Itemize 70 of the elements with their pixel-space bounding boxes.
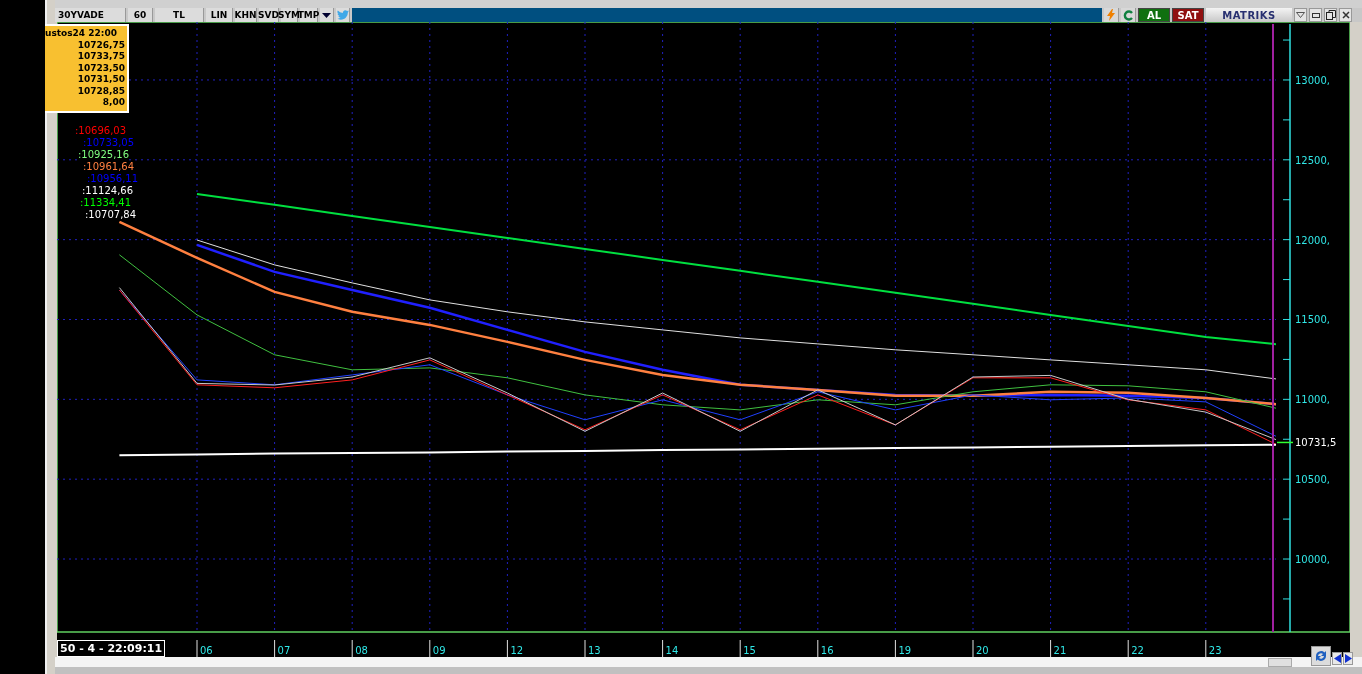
bird-icon xyxy=(336,10,349,20)
info-value: 8,00 xyxy=(102,97,125,109)
c-icon xyxy=(1122,9,1134,21)
info-title: ustos24 22:00 xyxy=(45,28,117,40)
date-label: 06 xyxy=(200,645,213,656)
axis-label: 11000, xyxy=(1295,394,1330,406)
toolbar-button[interactable]: TL xyxy=(155,8,204,22)
indicator-value: :11124,66 xyxy=(82,185,134,197)
sync-button[interactable] xyxy=(1311,646,1331,666)
menu-button[interactable] xyxy=(1294,8,1307,22)
caret-icon xyxy=(1296,12,1305,18)
date-label: 20 xyxy=(976,645,989,656)
toolbar-button[interactable]: 60 xyxy=(128,8,153,22)
toolbar-button[interactable]: LIN xyxy=(206,8,233,22)
date-label: 16 xyxy=(820,645,834,656)
caret-icon xyxy=(322,12,331,18)
date-label: 09 xyxy=(432,645,446,656)
date-label: 23 xyxy=(1208,645,1222,656)
right-arrow-icon xyxy=(1344,654,1352,663)
info-value: 10731,50 xyxy=(77,74,125,86)
date-label: 13 xyxy=(588,645,601,656)
indicator-value: :10696,03 xyxy=(75,125,127,137)
date-label: 07 xyxy=(277,645,291,656)
price-marker xyxy=(1276,441,1294,444)
indicator-value: :10733,05 xyxy=(83,137,135,149)
axis-label: 11500, xyxy=(1295,314,1330,326)
axis-label: 12500, xyxy=(1295,154,1330,166)
axis-label: 10500, xyxy=(1295,474,1330,486)
toolbar-button[interactable]: TMP xyxy=(300,8,318,22)
info-value: 10723,50 xyxy=(77,62,125,74)
date-label: 08 xyxy=(355,645,368,656)
scroll-thumb[interactable] xyxy=(1268,658,1292,667)
info-value: 10728,85 xyxy=(77,85,125,97)
indicator-value: :10956,11 xyxy=(87,173,139,185)
info-value: 10733,75 xyxy=(77,51,125,63)
indicator-value: :10961,64 xyxy=(83,161,135,173)
axis-label: 10000, xyxy=(1295,554,1330,565)
buy-button[interactable]: AL xyxy=(1138,8,1170,22)
scroll-left-button[interactable] xyxy=(1332,652,1342,665)
date-label: 22 xyxy=(1131,645,1144,656)
last-price-label: 10731,5 xyxy=(1295,437,1337,449)
date-label: 14 xyxy=(665,645,679,656)
close-icon xyxy=(1341,11,1350,19)
indicator-value: :10707,84 xyxy=(85,209,137,221)
indicator-value: :11334,41 xyxy=(80,197,132,209)
info-value: 10726,75 xyxy=(77,39,125,51)
refresh-c-button[interactable] xyxy=(1121,8,1136,22)
sync-icon xyxy=(1314,649,1328,663)
date-label: 19 xyxy=(898,645,912,656)
indicator-value: :10925,16 xyxy=(78,149,130,161)
axis-label: 13000, xyxy=(1295,74,1330,86)
symbol-field[interactable]: 30YVADE xyxy=(55,8,126,22)
left-arrow-icon xyxy=(1333,654,1341,663)
brand-logo: MATRIKS xyxy=(1206,8,1292,22)
toolbar-button[interactable]: SVD xyxy=(259,8,279,22)
minimize-icon xyxy=(1311,12,1320,18)
axis-label: 12000, xyxy=(1295,234,1330,246)
restore-button[interactable] xyxy=(1324,8,1337,22)
minimize-button[interactable] xyxy=(1309,8,1322,22)
lightning-icon xyxy=(1107,9,1115,21)
date-label: 12 xyxy=(510,645,524,656)
scroll-right-button[interactable] xyxy=(1343,652,1353,665)
close-button[interactable] xyxy=(1339,8,1352,22)
sell-button[interactable]: SAT xyxy=(1172,8,1204,22)
date-label: 15 xyxy=(743,645,756,656)
cursor-time-label: 50 - 4 - 22:09:11 xyxy=(57,640,166,657)
date-label: 21 xyxy=(1053,645,1067,656)
toolbar-button[interactable]: KHN xyxy=(235,8,257,22)
dropdown-button[interactable] xyxy=(320,8,334,22)
restore-icon xyxy=(1325,10,1336,20)
